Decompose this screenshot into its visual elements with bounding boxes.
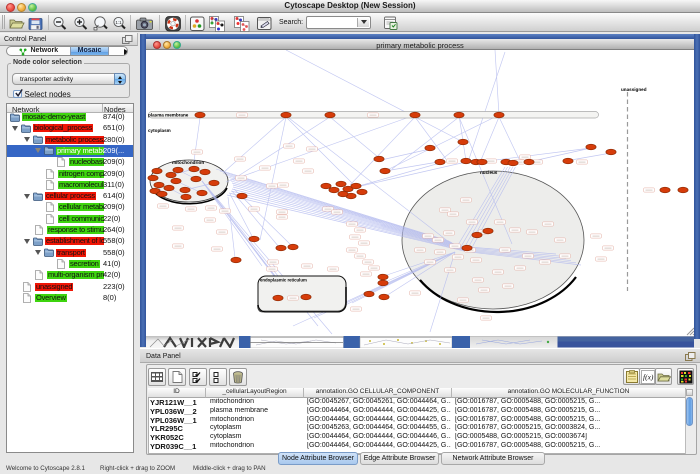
svg-text:mitochondrion: mitochondrion: [172, 160, 204, 165]
svg-text:nucleus: nucleus: [480, 170, 498, 175]
svg-text:f(x): f(x): [643, 372, 654, 381]
svg-text:unassigned: unassigned: [621, 87, 647, 92]
svg-text:plasma membrane: plasma membrane: [148, 113, 189, 118]
svg-text:1:1: 1:1: [115, 20, 122, 25]
svg-text:cytoplasm: cytoplasm: [148, 128, 171, 133]
svg-text:endoplasmic reticulum: endoplasmic reticulum: [260, 278, 307, 283]
